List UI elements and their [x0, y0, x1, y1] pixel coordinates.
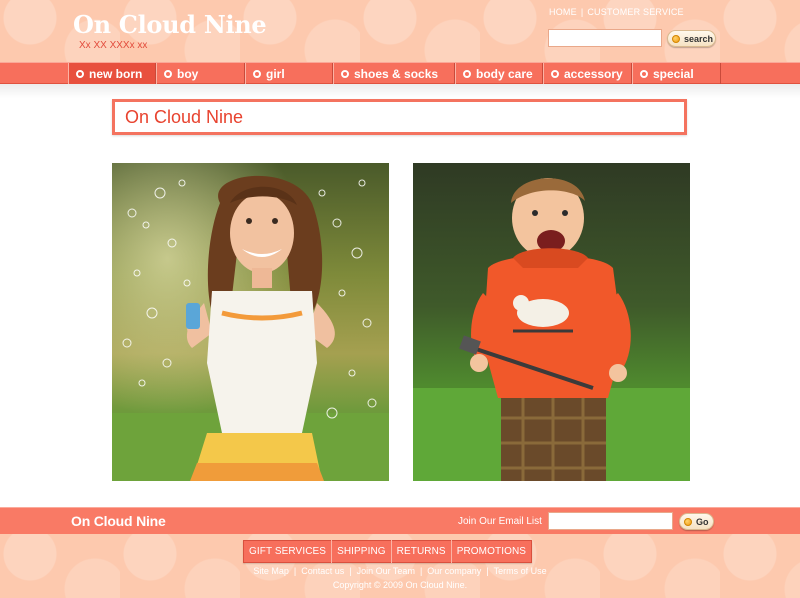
nav-item-label: new born [89, 66, 143, 81]
search-button-label: search [684, 33, 714, 44]
email-signup-input[interactable] [548, 512, 673, 530]
site-tagline: Xx XX XXXx xx [79, 40, 148, 51]
search-input[interactable] [548, 29, 662, 47]
orange-dot-icon [672, 34, 680, 43]
girl-bubbles-image [112, 163, 389, 481]
footer-nav-promotions[interactable]: PROMOTIONS [450, 540, 531, 563]
page-title-box: On Cloud Nine [112, 99, 687, 135]
main-nav: new born boy girl shoes & socks body car… [0, 62, 800, 84]
footer-nav-gift-services[interactable]: GIFT SERVICES [244, 540, 331, 563]
email-go-button[interactable]: Go [679, 513, 714, 530]
contact-us-link[interactable]: Contact us [301, 566, 344, 576]
footer-link-separator: | [349, 566, 352, 576]
footer-bar: On Cloud Nine Join Our Email List Go [0, 507, 800, 534]
nav-item-shoes-socks[interactable]: shoes & socks [333, 63, 455, 84]
nav-item-new-born[interactable]: new born [68, 63, 156, 84]
top-links: HOME | CUSTOMER SERVICE [549, 7, 684, 17]
footer-link-separator: | [293, 566, 297, 576]
photo-girl-bubbles [112, 163, 389, 481]
footer-logo-title[interactable]: On Cloud Nine [71, 513, 166, 529]
nav-item-girl[interactable]: girl [245, 63, 333, 84]
nav-item-special[interactable]: special [632, 63, 721, 84]
footer-link-separator: | [486, 566, 489, 576]
footer-nav: GIFT SERVICES SHIPPING RETURNS PROMOTION… [243, 540, 533, 563]
circle-bullet-icon [341, 69, 349, 78]
footer-link-separator: | [419, 566, 423, 576]
site-map-link[interactable]: Site Map [253, 566, 289, 576]
circle-bullet-icon [164, 69, 172, 78]
nav-item-body-care[interactable]: body care [455, 63, 543, 84]
nav-item-boy[interactable]: boy [156, 63, 245, 84]
nav-item-label: boy [177, 66, 199, 81]
customer-service-link[interactable]: CUSTOMER SERVICE [587, 7, 683, 17]
search-button[interactable]: search [667, 30, 716, 47]
nav-item-label: shoes & socks [354, 66, 439, 81]
email-signup-label: Join Our Email List [458, 516, 542, 527]
circle-bullet-icon [253, 69, 261, 78]
orange-dot-icon [684, 517, 692, 526]
footer-links: Site Map | Contact us | Join Our Team | Our co… [0, 566, 800, 576]
nav-item-accessory[interactable]: accessory [543, 63, 632, 84]
circle-bullet-icon [551, 69, 559, 78]
terms-of-use-link[interactable]: Terms of Use [494, 566, 547, 576]
site-logo-title[interactable]: On Cloud Nine [73, 10, 267, 39]
circle-bullet-icon [640, 69, 648, 78]
our-company-link[interactable]: Our company [427, 566, 481, 576]
nav-item-label: accessory [564, 66, 623, 81]
nav-item-label: special [653, 66, 694, 81]
page-title: On Cloud Nine [125, 106, 244, 127]
footer-nav-shipping[interactable]: SHIPPING [331, 540, 391, 563]
home-link[interactable]: HOME [549, 7, 577, 17]
circle-bullet-icon [76, 69, 84, 78]
nav-item-label: body care [476, 66, 533, 81]
join-our-team-link[interactable]: Join Our Team [357, 566, 415, 576]
toplink-separator: | [580, 7, 584, 17]
circle-bullet-icon [463, 69, 471, 78]
nav-shadow-band [0, 84, 800, 98]
copyright-text: Copyright © 2009 On Cloud Nine. [332, 580, 468, 590]
boy-laughing-image [413, 163, 690, 481]
nav-item-label: girl [266, 66, 285, 81]
photo-boy-laughing [413, 163, 690, 481]
footer-nav-returns[interactable]: RETURNS [390, 540, 451, 563]
go-button-label: Go [696, 516, 709, 527]
site-header: On Cloud Nine Xx XX XXXx xx HOME | CUSTOME… [0, 0, 800, 62]
footer-bottom: GIFT SERVICES SHIPPING RETURNS PROMOTION… [0, 534, 800, 598]
